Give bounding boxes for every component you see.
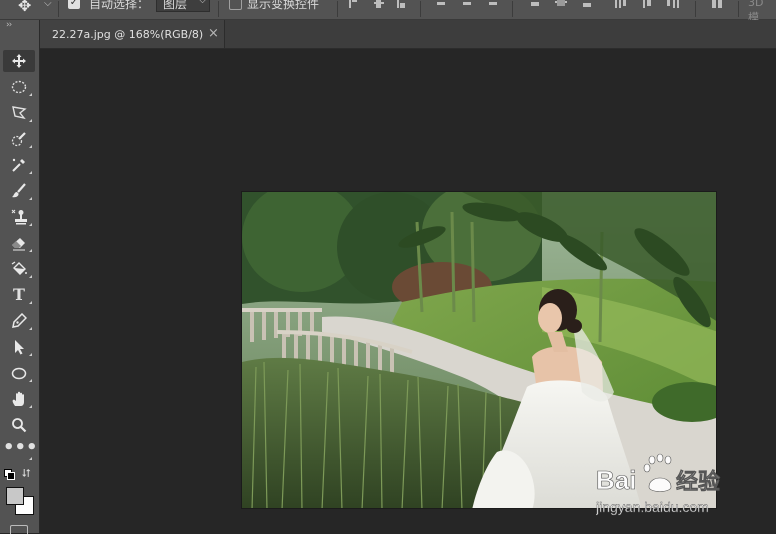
align-vertical-center-icon[interactable] [373, 0, 385, 8]
baidu-jingyan-watermark: Bai 经验 jingyan.baidu.com [596, 453, 720, 515]
document-tab-title: 22.27a.jpg @ 168%(RGB/8) [52, 28, 204, 41]
zoom-magnifier-icon [12, 418, 27, 433]
watermark-url: jingyan.baidu.com [596, 499, 709, 515]
distribute-bottom-icon[interactable] [581, 0, 593, 8]
separator [218, 1, 219, 17]
separator [58, 1, 59, 17]
zoom-tool[interactable] [3, 414, 35, 436]
brush-icon [12, 183, 26, 198]
polygonal-lasso-icon [12, 106, 27, 120]
auto-select-target-dropdown[interactable]: 图层 ⌵ [156, 0, 210, 12]
ellipse-tool[interactable] [3, 362, 35, 384]
swap-colors-icon[interactable]: ⮃ [22, 467, 31, 481]
options-bar: ✥ ⌵ ✓ 自动选择： 图层 ⌵ 显示变换控件 3D 模 [0, 0, 776, 24]
auto-align-layers-icon[interactable] [712, 0, 724, 8]
align-left-icon[interactable] [437, 0, 449, 8]
clone-stamp-icon [11, 209, 27, 225]
auto-select-label: 自动选择： [89, 0, 150, 11]
path-selection-tool[interactable] [3, 336, 35, 358]
tab-bar-divider [40, 48, 776, 49]
separator [738, 1, 739, 17]
elliptical-marquee-icon [11, 80, 27, 94]
move-icon [12, 54, 26, 68]
paint-bucket-icon [11, 261, 27, 275]
move-tool[interactable] [3, 50, 35, 72]
align-horizontal-center-icon[interactable] [461, 0, 473, 8]
distribute-horizontal-center-icon[interactable] [641, 0, 653, 8]
eyedropper-tool[interactable] [3, 154, 35, 176]
quick-selection-tool[interactable] [3, 128, 35, 150]
show-transform-checkbox[interactable] [229, 0, 242, 10]
align-right-icon[interactable] [485, 0, 497, 8]
path-selection-arrow-icon [15, 340, 24, 355]
type-icon: T [13, 285, 25, 304]
watermark-brand-left: Bai [596, 465, 636, 495]
brush-tool[interactable] [3, 180, 35, 202]
type-tool[interactable]: T [3, 284, 35, 306]
auto-select-target-value: 图层 [163, 0, 188, 11]
distribute-right-icon[interactable] [667, 0, 679, 8]
clone-stamp-tool[interactable] [3, 206, 35, 228]
align-bottom-icon[interactable] [397, 0, 409, 8]
quick-selection-icon [11, 132, 26, 147]
default-colors-icon[interactable] [4, 469, 15, 480]
eraser-tool[interactable] [3, 232, 35, 254]
document-tab-bar: 22.27a.jpg @ 168%(RGB/8) × [40, 20, 776, 48]
show-transform-label: 显示变换控件 [247, 0, 320, 11]
move-tool-preset-icon[interactable]: ✥ [18, 0, 31, 15]
chevron-down-icon: ⌵ [199, 0, 206, 6]
align-top-icon[interactable] [349, 0, 361, 8]
pen-icon [12, 313, 27, 328]
polygonal-lasso-tool[interactable] [3, 102, 35, 124]
tools-panel: ›› T ••• ⮃ [0, 20, 40, 534]
collapse-panel-icon[interactable]: ›› [6, 20, 12, 30]
document-tab[interactable]: 22.27a.jpg @ 168%(RGB/8) × [40, 20, 225, 48]
distribute-top-icon[interactable] [529, 0, 541, 8]
watermark-brand-right: 经验 [676, 469, 720, 495]
chevron-down-icon[interactable]: ⌵ [44, 0, 52, 9]
distribute-vertical-center-icon[interactable] [555, 0, 567, 8]
separator [512, 1, 513, 17]
separator [337, 1, 338, 17]
foreground-color-swatch[interactable] [6, 487, 24, 505]
elliptical-marquee-tool[interactable] [3, 76, 35, 98]
hand-tool[interactable] [3, 388, 35, 410]
eraser-icon [12, 238, 25, 251]
eyedropper-icon [12, 158, 25, 172]
baidu-paw-icon [643, 453, 672, 492]
pen-tool[interactable] [3, 310, 35, 332]
auto-select-checkbox[interactable]: ✓ [68, 0, 80, 9]
distribute-left-icon[interactable] [615, 0, 627, 8]
ellipse-shape-icon [11, 367, 27, 380]
hand-icon [12, 391, 24, 406]
separator [420, 1, 421, 17]
edit-toolbar-button[interactable]: ••• [3, 437, 38, 462]
paint-bucket-tool[interactable] [3, 258, 35, 280]
separator [695, 1, 696, 17]
close-icon[interactable]: × [208, 26, 219, 41]
more-tools-icon: ••• [3, 437, 38, 458]
